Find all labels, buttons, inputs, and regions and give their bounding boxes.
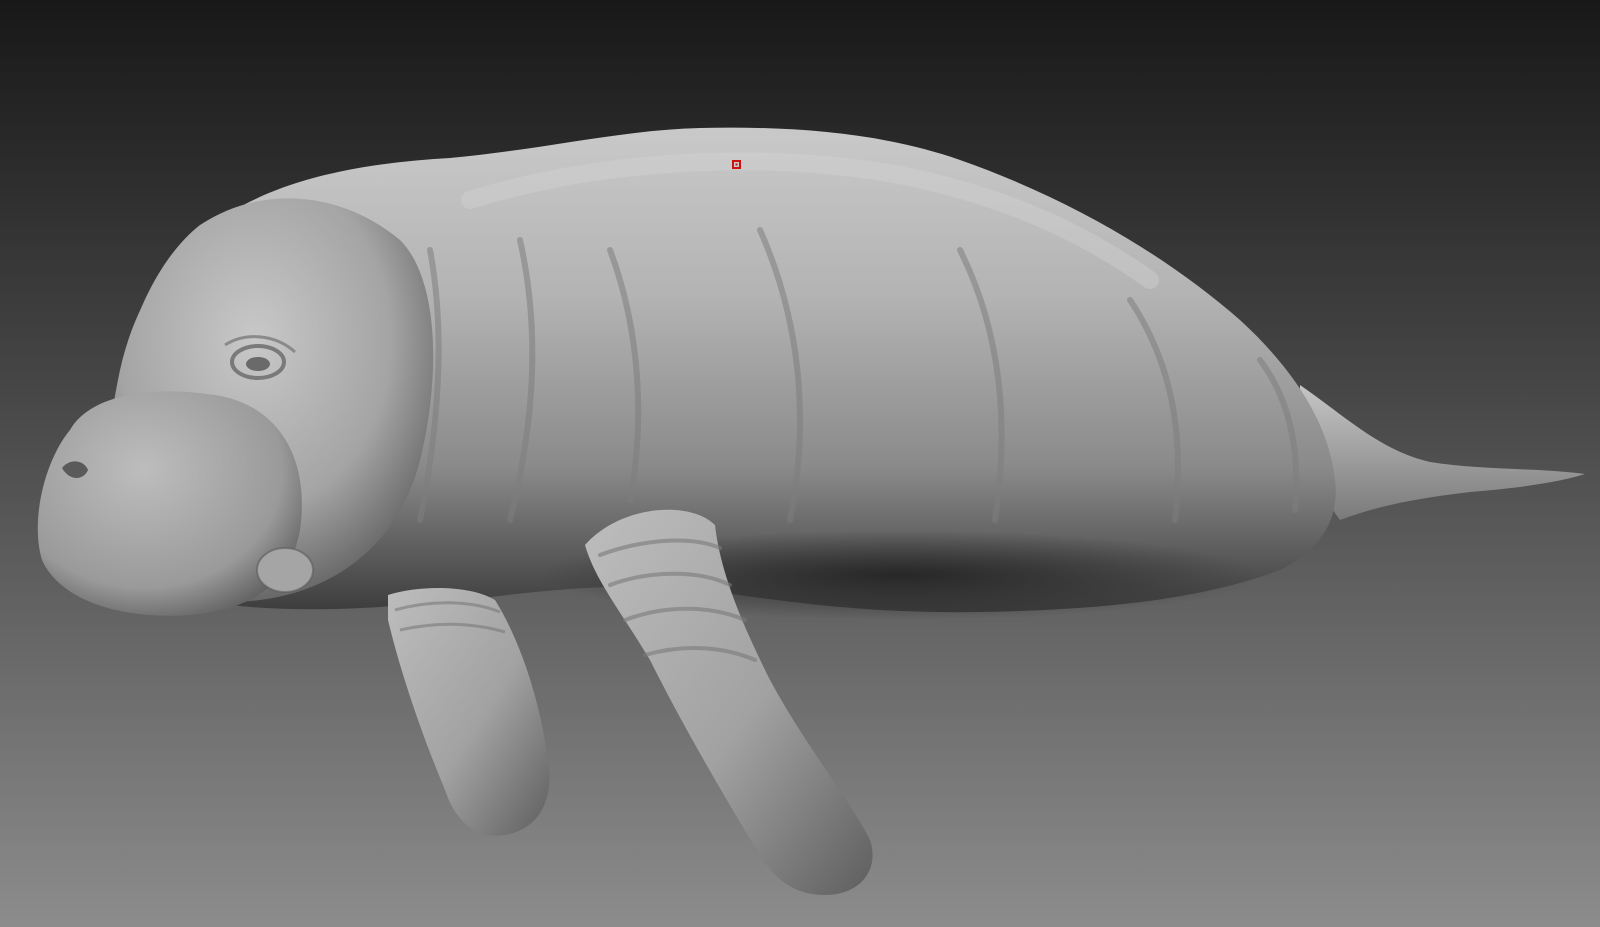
viewport-canvas[interactable] bbox=[0, 0, 1600, 927]
lip-pad bbox=[256, 547, 314, 593]
3d-viewport[interactable] bbox=[0, 0, 1600, 927]
